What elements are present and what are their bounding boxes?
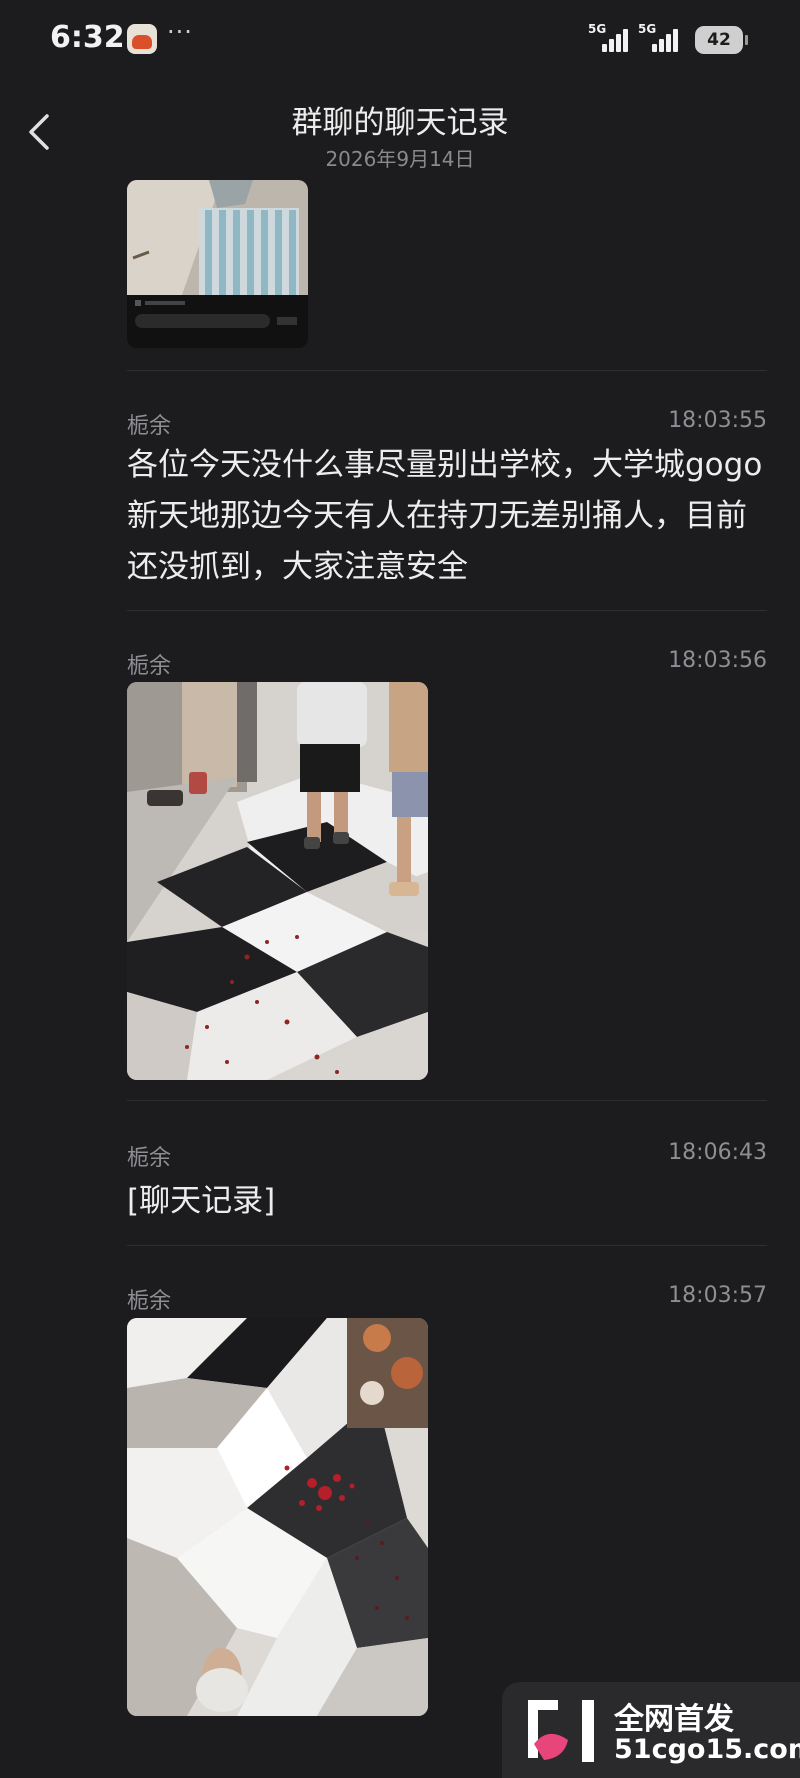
- message-image-previous[interactable]: [127, 180, 308, 348]
- message-image-floor-1[interactable]: [127, 682, 428, 1080]
- message-divider: [127, 610, 767, 611]
- signal-1-icon: 5G: [588, 22, 634, 54]
- previous-image-content: [127, 180, 308, 348]
- watermark-badge: 全网首发 51cgo15.com: [502, 1682, 800, 1778]
- status-time: 6:32: [50, 20, 125, 55]
- watermark-title: 全网首发: [614, 1702, 734, 1737]
- message-time: 18:06:43: [668, 1140, 767, 1165]
- message-divider: [127, 1100, 767, 1101]
- message-time: 18:03:55: [668, 408, 767, 433]
- floor-photo-1: [127, 682, 428, 1080]
- watermark-logo-icon: [528, 1700, 594, 1762]
- app-notification-icon: [127, 24, 157, 54]
- chat-record-link[interactable]: [聊天记录]: [127, 1175, 275, 1220]
- message-divider: [127, 1245, 767, 1246]
- message-sender: 栀余: [127, 414, 172, 439]
- watermark-url: 51cgo15.com: [614, 1734, 800, 1765]
- signal-2-icon: 5G: [638, 22, 684, 54]
- message-image-floor-2[interactable]: [127, 1318, 428, 1716]
- message-time: 18:03:56: [668, 648, 767, 673]
- status-bar: 6:32 ··· 5G 5G 42: [0, 0, 800, 80]
- message-text: 各位今天没什么事尽量别出学校，大学城gogo新天地那边今天有人在持刀无差别捅人，…: [127, 447, 763, 585]
- battery-level: 42: [707, 30, 731, 50]
- floor-photo-2: [127, 1318, 428, 1716]
- message-time: 18:03:57: [668, 1283, 767, 1308]
- page-title: 群聊的聊天记录: [291, 105, 509, 141]
- message-divider: [127, 370, 767, 371]
- battery-icon: 42: [695, 26, 748, 54]
- message-sender: 栀余: [127, 1289, 172, 1314]
- page-date: 2026年9月14日: [325, 147, 475, 171]
- more-notifications-icon: ···: [167, 18, 193, 46]
- message-sender: 栀余: [127, 1146, 172, 1171]
- message-sender: 栀余: [127, 654, 172, 679]
